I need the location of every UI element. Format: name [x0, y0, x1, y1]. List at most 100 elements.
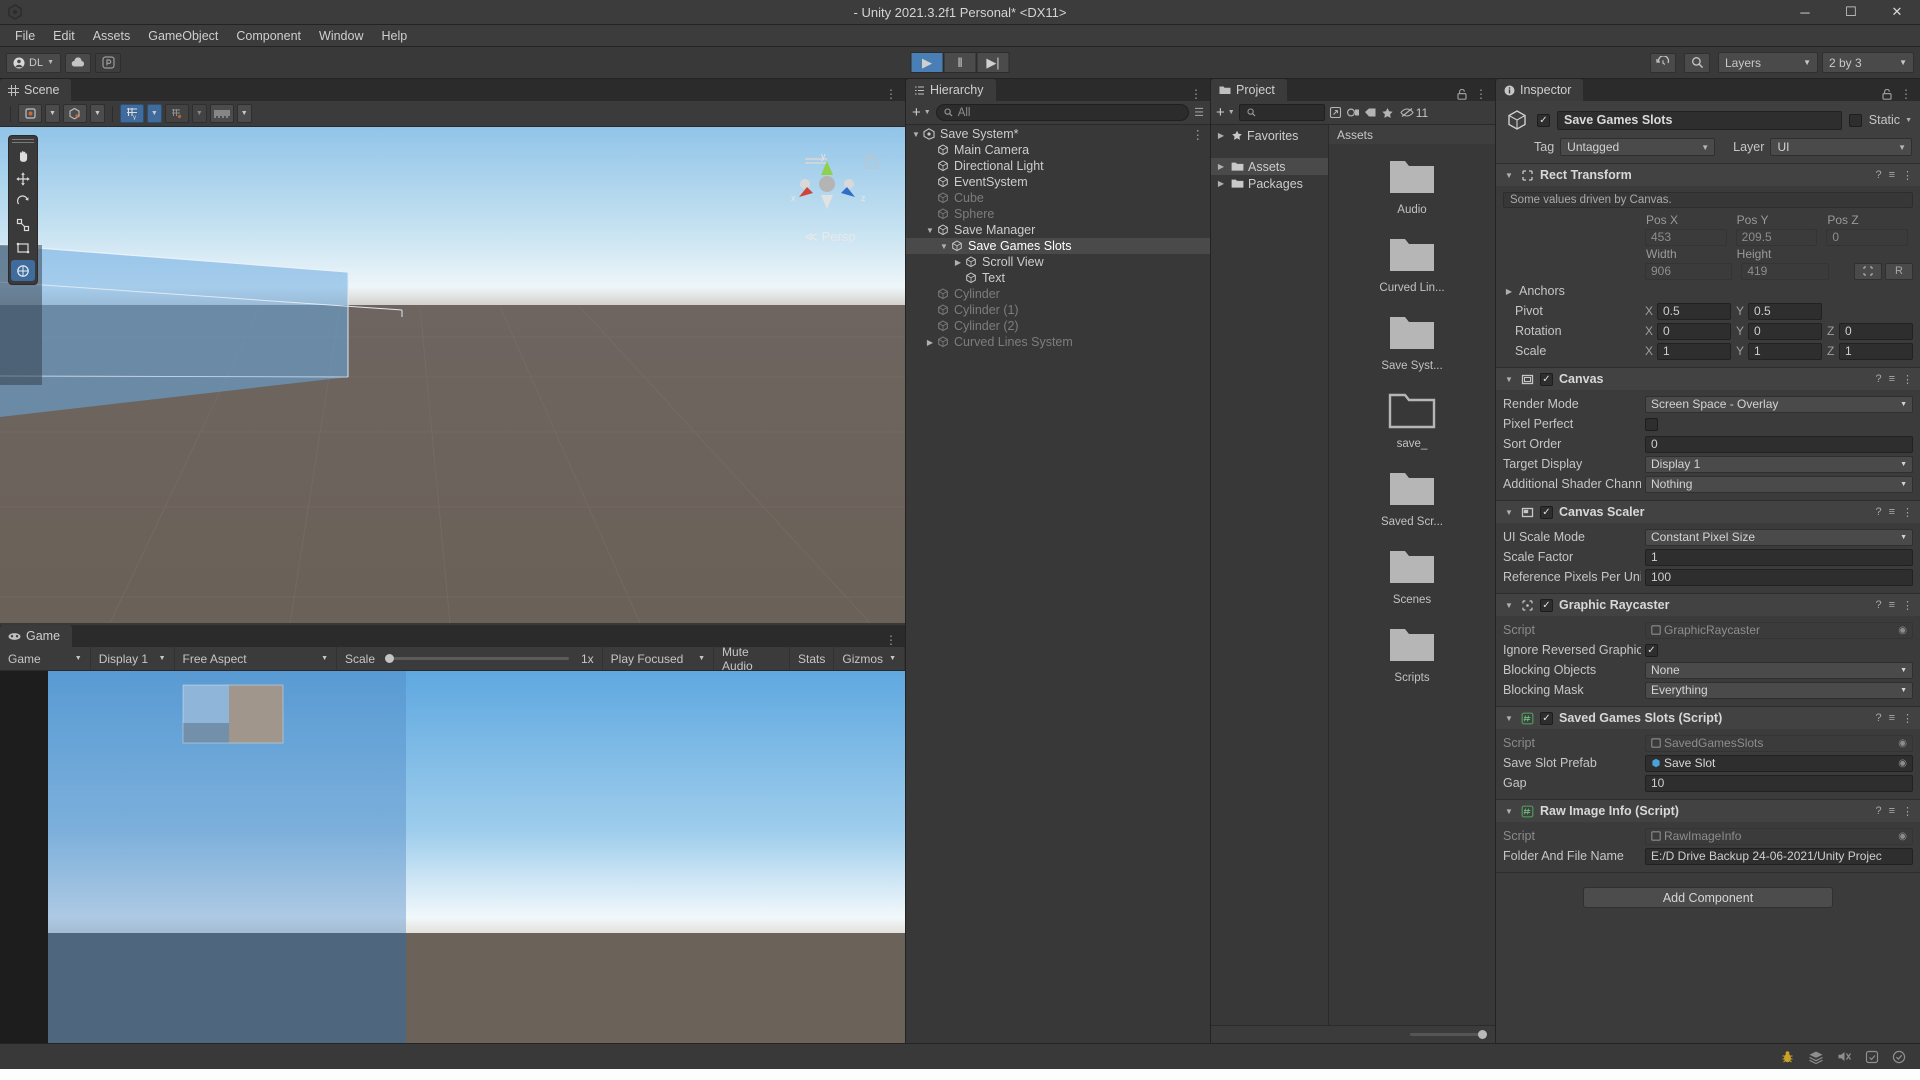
component-header-canvas[interactable]: ▼ ✓ Canvas? ≡ ⋮ [1496, 368, 1920, 390]
tab-inspector[interactable]: Inspector [1496, 79, 1584, 101]
expand-arrow-icon[interactable]: ▶ [1215, 162, 1227, 171]
tab-hierarchy[interactable]: Hierarchy [906, 79, 996, 101]
game-gizmos-dropdown[interactable]: Gizmos ▼ [834, 647, 905, 670]
field-object-reference[interactable]: SavedGamesSlots ◉ [1645, 734, 1913, 752]
persp-label[interactable]: ≪ Persp [777, 229, 883, 245]
help-icon[interactable]: ? [1875, 712, 1881, 724]
hierarchy-filter-icon[interactable]: ☰ [1194, 106, 1204, 119]
expand-arrow-icon[interactable]: ▼ [924, 226, 936, 235]
preset-icon[interactable]: ≡ [1889, 805, 1895, 817]
preset-icon[interactable]: ≡ [1889, 373, 1895, 385]
field-text-input[interactable]: 100 [1645, 568, 1913, 586]
snap-dropdown[interactable]: ▼ [191, 104, 207, 123]
size-value[interactable]: 419 [1741, 262, 1829, 280]
expand-arrow-icon[interactable]: ▼ [938, 242, 950, 251]
component-header-saved-games-slots-script[interactable]: ▼ ✓ Saved Games Slots (Script)? ≡ ⋮ [1496, 707, 1920, 729]
game-viewport[interactable] [0, 671, 905, 1043]
move-tool-icon[interactable] [11, 168, 35, 189]
pos-value[interactable]: 453 [1645, 228, 1727, 246]
cloud-icon[interactable] [65, 52, 91, 73]
field-dropdown[interactable]: Constant Pixel Size ▼ [1645, 528, 1913, 546]
field-dropdown[interactable]: None ▼ [1645, 661, 1913, 679]
component-menu-icon[interactable]: ⋮ [1902, 169, 1913, 182]
hierarchy-menu-icon[interactable]: ⋮ [1190, 87, 1202, 101]
tab-game[interactable]: Game [0, 625, 73, 647]
component-menu-icon[interactable]: ⋮ [1902, 712, 1913, 725]
hierarchy-item-scroll-view[interactable]: ▶ Scroll View [906, 254, 1210, 270]
component-menu-icon[interactable]: ⋮ [1902, 506, 1913, 519]
layer-dropdown[interactable]: UI ▼ [1770, 138, 1912, 156]
component-header-raw-image-info-script[interactable]: ▼ Raw Image Info (Script)? ≡ ⋮ [1496, 800, 1920, 822]
unity-services-icon[interactable] [95, 52, 121, 73]
hierarchy-item-cylinder[interactable]: Cylinder [906, 286, 1210, 302]
project-search-input[interactable] [1238, 104, 1325, 121]
game-playmode-dropdown[interactable]: Play Focused ▼ [603, 647, 715, 670]
project-menu-icon[interactable]: ⋮ [1475, 87, 1487, 101]
rect-tool-icon[interactable] [11, 237, 35, 258]
object-picker-icon[interactable]: ◉ [1898, 738, 1907, 749]
hierarchy-item-cube[interactable]: Cube [906, 190, 1210, 206]
rotate-tool-icon[interactable] [11, 191, 35, 212]
game-stats-toggle[interactable]: Stats [790, 647, 835, 670]
scene-menu-icon[interactable]: ⋮ [885, 87, 897, 101]
game-target-dropdown[interactable]: Game ▼ [0, 647, 91, 670]
project-tree[interactable]: ▶ Favorites ▶ Assets ▶ Packages [1211, 125, 1329, 1025]
play-button[interactable]: ▶ [910, 52, 944, 73]
inspector-menu-icon[interactable]: ⋮ [1900, 87, 1912, 101]
field-object-reference[interactable]: Save Slot ◉ [1645, 754, 1913, 772]
hierarchy-item-main-camera[interactable]: Main Camera [906, 142, 1210, 158]
filter-type-icon[interactable] [1346, 106, 1360, 119]
scene-viewport[interactable]: x z y ≪ Persp [0, 127, 905, 625]
hierarchy-scene-menu-icon[interactable]: ⋮ [1192, 127, 1205, 142]
preview-pack-icon[interactable] [1865, 1050, 1879, 1064]
hierarchy-item-cylinder-2[interactable]: Cylinder (2) [906, 318, 1210, 334]
menu-item-edit[interactable]: Edit [44, 27, 84, 45]
help-icon[interactable]: ? [1875, 506, 1881, 518]
snap-increment-icon[interactable] [164, 104, 189, 123]
grid-visibility-icon[interactable]: y [119, 104, 144, 123]
component-enabled-checkbox[interactable]: ✓ [1540, 711, 1553, 725]
expand-arrow-icon[interactable]: ▶ [1215, 131, 1227, 140]
shading-mode-icon[interactable] [62, 104, 87, 123]
field-dropdown[interactable]: Everything ▼ [1645, 681, 1913, 699]
maximize-button[interactable]: ☐ [1828, 0, 1874, 24]
ruler-dropdown[interactable]: ▼ [236, 104, 252, 123]
pos-value[interactable]: 209.5 [1735, 228, 1818, 246]
project-asset-grid[interactable]: Audio Curved Lin... Save Syst... save_ Saved… [1329, 144, 1495, 1025]
object-picker-icon[interactable]: ◉ [1898, 831, 1907, 842]
project-asset-item[interactable]: Curved Lin... [1329, 236, 1495, 294]
gameobject-name-field[interactable]: Save Games Slots [1557, 110, 1842, 130]
close-button[interactable]: ✕ [1874, 0, 1920, 24]
hidden-packages-toggle[interactable]: 11 [1400, 106, 1428, 120]
field-checkbox[interactable]: ✓ [1645, 643, 1658, 657]
project-tree-item-assets[interactable]: ▶ Assets [1211, 158, 1328, 175]
field-text-input[interactable]: 1 [1645, 548, 1913, 566]
project-asset-item[interactable]: Saved Scr... [1329, 470, 1495, 528]
rotation-z-field[interactable]: 0 [1839, 322, 1913, 340]
hierarchy-item-text[interactable]: Text [906, 270, 1210, 286]
search-icon[interactable] [1684, 52, 1710, 73]
hierarchy-add-button[interactable]: + ▼ [912, 105, 931, 120]
menu-item-assets[interactable]: Assets [84, 27, 140, 45]
expand-arrow-icon[interactable]: ▶ [924, 338, 936, 347]
hierarchy-item-save-games-slots[interactable]: ▼ Save Games Slots [906, 238, 1210, 254]
tab-scene[interactable]: Scene [0, 79, 72, 101]
foldout-arrow-icon[interactable]: ▼ [1503, 508, 1515, 517]
foldout-arrow-icon[interactable]: ▼ [1503, 375, 1515, 384]
scale-x-field[interactable]: 1 [1657, 342, 1731, 360]
pivot-y-field[interactable]: 0.5 [1748, 302, 1822, 320]
tag-dropdown[interactable]: Untagged ▼ [1560, 138, 1716, 156]
object-picker-icon[interactable]: ◉ [1898, 758, 1907, 769]
layers-status-icon[interactable] [1808, 1050, 1824, 1064]
game-display-dropdown[interactable]: Display 1 ▼ [91, 647, 175, 670]
inspector-components[interactable]: ▼ Rect Transform? ≡ ⋮ Some values driven by … [1496, 164, 1920, 1043]
field-text-input[interactable]: 0 [1645, 435, 1913, 453]
add-component-button[interactable]: Add Component [1583, 887, 1833, 908]
menu-item-window[interactable]: Window [310, 27, 372, 45]
save-search-icon[interactable] [1329, 106, 1342, 119]
minimize-button[interactable]: ─ [1782, 0, 1828, 24]
pos-value[interactable]: 0 [1826, 228, 1909, 246]
component-header-rect-transform[interactable]: ▼ Rect Transform? ≡ ⋮ [1496, 164, 1920, 186]
project-asset-item[interactable]: save_ [1329, 392, 1495, 450]
menu-item-component[interactable]: Component [227, 27, 310, 45]
